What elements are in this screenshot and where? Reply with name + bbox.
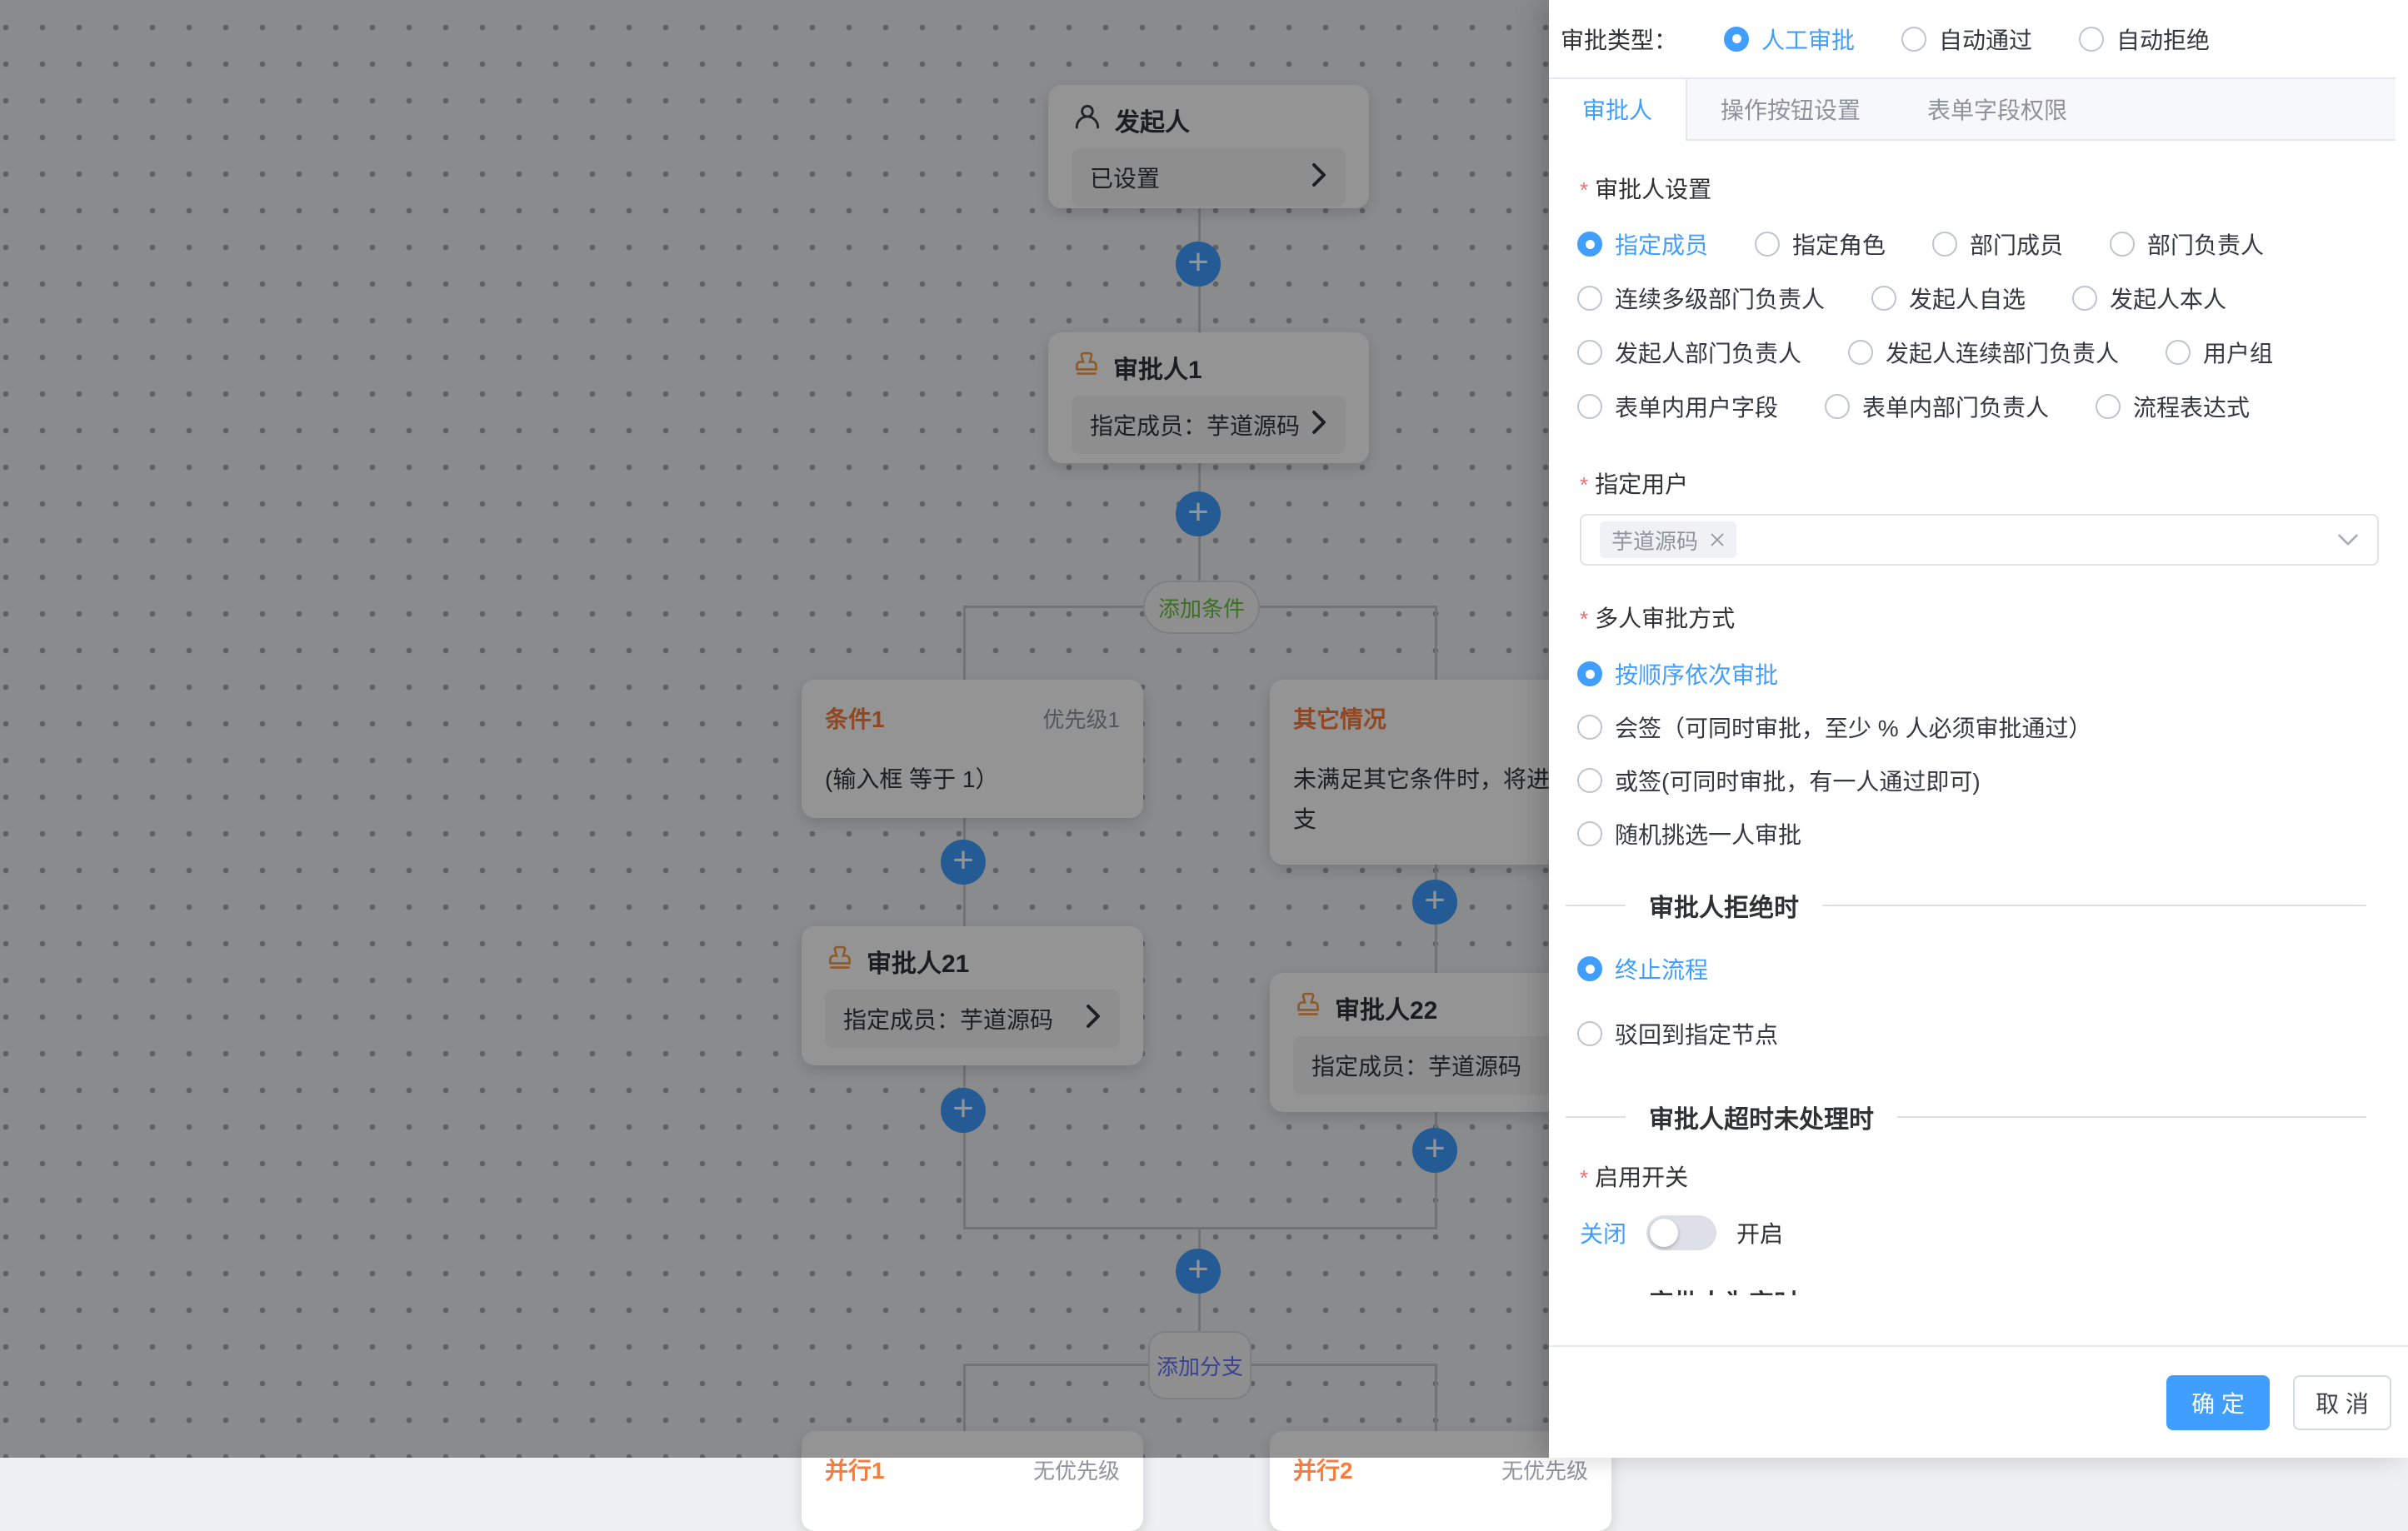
- radio-orsign[interactable]: 或签(可同时审批，有一人通过即可): [1577, 766, 2091, 795]
- approver-setting-row2: 连续多级部门负责人 发起人自选 发起人本人: [1577, 284, 2226, 312]
- radio-icon: [1724, 27, 1749, 52]
- reject-section-title: 审批人拒绝时: [1649, 887, 1799, 924]
- multi-approve-options: 按顺序依次审批 会签（可同时审批，至少 % 人必须审批通过） 或签(可同时审批，…: [1577, 660, 2091, 873]
- radio-initiator-select[interactable]: 发起人自选: [1871, 282, 2026, 315]
- radio-icon: [1577, 232, 1602, 257]
- radio-process-expression[interactable]: 流程表达式: [2096, 390, 2250, 423]
- radio-icon: [1577, 661, 1602, 686]
- radio-icon: [1901, 27, 1926, 52]
- switch-off-label[interactable]: 关闭: [1580, 1216, 1626, 1249]
- multi-approve-label: 多人审批方式: [1580, 601, 1735, 634]
- radio-icon: [2166, 340, 2191, 365]
- radio-initiator-dept-leader[interactable]: 发起人部门负责人: [1577, 336, 1801, 369]
- radio-icon: [1755, 232, 1780, 257]
- radio-icon: [2110, 232, 2135, 257]
- radio-user-group[interactable]: 用户组: [2166, 336, 2273, 369]
- panel-scroll-area[interactable]: 审批人设置 指定成员 指定角色 部门成员 部门负责人 连续多级部门负责人 发起人…: [1549, 137, 2396, 1295]
- radio-icon: [1577, 715, 1602, 740]
- panel-tabs: 审批人 操作按钮设置 表单字段权限: [1549, 77, 2396, 141]
- radio-icon: [1577, 340, 1602, 365]
- radio-icon: [1848, 340, 1873, 365]
- approval-type-label: 审批类型：: [1561, 22, 1677, 56]
- user-tag: 芋道源码: [1600, 521, 1736, 558]
- tab-form-field-permissions[interactable]: 表单字段权限: [1894, 79, 2101, 139]
- chevron-down-icon: [2337, 533, 2359, 546]
- radio-sequential-approve[interactable]: 按顺序依次审批: [1577, 660, 2091, 688]
- node-title: 并行2: [1293, 1453, 1353, 1486]
- reject-options: 终止流程 驳回到指定节点: [1577, 955, 1778, 1085]
- enable-toggle[interactable]: [1646, 1215, 1716, 1250]
- radio-icon: [2079, 27, 2104, 52]
- approver-setting-label: 审批人设置: [1580, 172, 1711, 205]
- enable-switch-label: 启用开关: [1580, 1159, 1688, 1193]
- radio-icon: [2096, 394, 2121, 419]
- approval-settings-panel: 审批类型： 人工审批 自动通过 自动拒绝 审批人 操作按钮设置 表单字段权限 审…: [1549, 0, 2408, 1458]
- timeout-section-divider: 审批人超时未处理时: [1580, 1103, 2366, 1131]
- radio-auto-approve[interactable]: 自动通过: [1901, 22, 2032, 56]
- radio-dept-member[interactable]: 部门成员: [1932, 227, 2063, 261]
- empty-section-title: 审批人为空时: [1649, 1283, 1799, 1295]
- radio-icon: [1577, 821, 1602, 846]
- radio-form-user-field[interactable]: 表单内用户字段: [1577, 390, 1778, 423]
- radio-designated-role[interactable]: 指定角色: [1755, 227, 1886, 261]
- radio-manual-approval[interactable]: 人工审批: [1724, 22, 1855, 56]
- radio-icon: [1825, 394, 1850, 419]
- radio-auto-reject[interactable]: 自动拒绝: [2079, 22, 2210, 56]
- radio-icon: [1871, 286, 1896, 311]
- radio-multi-level-dept-leader[interactable]: 连续多级部门负责人: [1577, 282, 1825, 315]
- panel-footer: 确 定 取 消: [1549, 1345, 2408, 1458]
- radio-form-dept-leader[interactable]: 表单内部门负责人: [1825, 390, 2049, 423]
- radio-designated-member[interactable]: 指定成员: [1577, 227, 1708, 261]
- node-priority: 无优先级: [1501, 1454, 1588, 1485]
- reject-section-divider: 审批人拒绝时: [1580, 891, 2366, 920]
- remove-tag-icon[interactable]: [1710, 532, 1725, 547]
- radio-icon: [1932, 232, 1957, 257]
- radio-icon: [2072, 286, 2097, 311]
- radio-icon: [1577, 768, 1602, 793]
- confirm-button[interactable]: 确 定: [2166, 1375, 2270, 1430]
- empty-section-divider: 审批人为空时: [1580, 1287, 2366, 1295]
- radio-initiator-multi-dept-leader[interactable]: 发起人连续部门负责人: [1848, 336, 2119, 369]
- radio-return-to-node[interactable]: 驳回到指定节点: [1577, 1020, 1778, 1048]
- radio-icon: [1577, 286, 1602, 311]
- radio-terminate-process[interactable]: 终止流程: [1577, 955, 1778, 983]
- cancel-button[interactable]: 取 消: [2293, 1375, 2391, 1430]
- approver-setting-row3: 发起人部门负责人 发起人连续部门负责人 用户组: [1577, 338, 2273, 367]
- enable-switch-row: 关闭 开启: [1580, 1214, 1783, 1251]
- approval-type-row: 审批类型： 人工审批 自动通过 自动拒绝: [1549, 0, 2408, 77]
- toggle-knob: [1650, 1219, 1678, 1247]
- user-select[interactable]: 芋道源码: [1580, 514, 2379, 566]
- radio-dept-leader[interactable]: 部门负责人: [2110, 227, 2264, 261]
- radio-icon: [1577, 956, 1602, 981]
- switch-on-label[interactable]: 开启: [1736, 1216, 1783, 1249]
- tab-approver[interactable]: 审批人: [1549, 79, 1687, 141]
- radio-icon: [1577, 394, 1602, 419]
- approver-setting-row1: 指定成员 指定角色 部门成员 部门负责人: [1577, 230, 2264, 258]
- radio-initiator-self[interactable]: 发起人本人: [2072, 282, 2226, 315]
- radio-countersign[interactable]: 会签（可同时审批，至少 % 人必须审批通过）: [1577, 713, 2091, 741]
- assign-user-label: 指定用户: [1580, 466, 1688, 500]
- approver-setting-row4: 表单内用户字段 表单内部门负责人 流程表达式: [1577, 392, 2250, 421]
- node-priority: 无优先级: [1033, 1454, 1120, 1485]
- timeout-section-title: 审批人超时未处理时: [1649, 1099, 1874, 1135]
- node-title: 并行1: [825, 1453, 885, 1486]
- tab-action-buttons[interactable]: 操作按钮设置: [1687, 79, 1894, 139]
- radio-random-one[interactable]: 随机挑选一人审批: [1577, 820, 2091, 848]
- radio-icon: [1577, 1021, 1602, 1046]
